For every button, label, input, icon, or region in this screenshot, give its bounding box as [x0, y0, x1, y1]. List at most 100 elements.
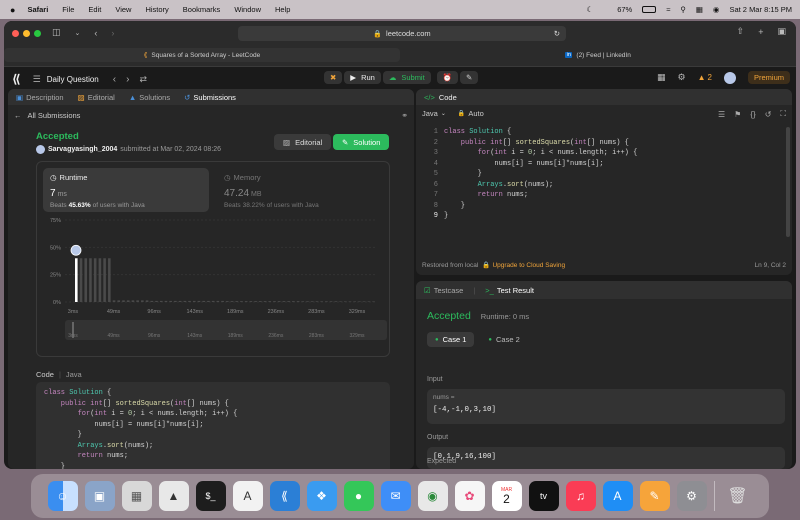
format-icon[interactable]: ☰: [718, 110, 725, 119]
code-editor[interactable]: class Solution { public int[] sortedSqua…: [444, 127, 784, 222]
calendar-day: 2: [503, 492, 510, 506]
editor-scrollbar[interactable]: [786, 127, 790, 237]
mail-icon[interactable]: ✉: [380, 481, 411, 511]
streak-counter[interactable]: ▲ 2: [698, 73, 712, 82]
prev-problem-icon[interactable]: ‹: [113, 74, 116, 85]
menu-bookmarks[interactable]: Bookmarks: [183, 5, 221, 14]
username[interactable]: Sarvagyasingh_2004: [48, 146, 117, 153]
all-submissions-link[interactable]: ← All Submissions: [14, 111, 80, 120]
tab-testcase[interactable]: ☑ Testcase: [424, 286, 463, 295]
lock-icon: 🔒: [457, 111, 466, 117]
layout-icon[interactable]: ▦: [657, 72, 666, 83]
messages-icon[interactable]: ●: [343, 481, 374, 511]
submit-button[interactable]: ☁ Submit: [382, 71, 431, 84]
back-icon[interactable]: ‹: [94, 28, 97, 38]
menu-view[interactable]: View: [115, 5, 131, 14]
runtime-distribution-chart[interactable]: 75% 50% 25% 0% 3ms 49ms 96ms 143ms 189ms 236ms 283…: [37, 214, 391, 358]
solution-button[interactable]: ✎ Solution: [333, 134, 390, 150]
wifi-icon[interactable]: ≈: [666, 5, 670, 14]
notes-icon[interactable]: ✎: [460, 71, 479, 84]
launchpad-icon[interactable]: ▦: [121, 481, 152, 511]
apple-icon[interactable]: ●: [10, 5, 15, 15]
code-line: return nums;: [44, 451, 382, 462]
battery-icon[interactable]: [642, 6, 657, 13]
alarm-icon[interactable]: ⏰: [436, 71, 459, 84]
maps-icon[interactable]: ▲: [158, 481, 189, 511]
language-select[interactable]: Java ⌄: [422, 109, 446, 118]
case-1-tab[interactable]: ● Case 1: [427, 332, 475, 347]
run-button[interactable]: ▶ Run: [344, 71, 381, 84]
auto-toggle[interactable]: 🔒 Auto: [458, 109, 484, 118]
editorial-button-label: Editorial: [295, 137, 323, 147]
music-icon[interactable]: ♫: [565, 481, 596, 511]
bookmark-icon[interactable]: ⚑: [734, 110, 741, 119]
zoom-window-button[interactable]: [34, 30, 41, 37]
fullscreen-icon[interactable]: ⛶: [780, 109, 786, 119]
settings-icon[interactable]: ⚙: [676, 481, 707, 511]
braces-icon[interactable]: {}: [750, 110, 755, 119]
tab-overview-icon[interactable]: ▣: [777, 26, 786, 37]
gear-icon[interactable]: ⚙: [678, 72, 686, 83]
new-tab-icon[interactable]: +: [758, 27, 763, 37]
premium-button[interactable]: Premium: [747, 71, 790, 84]
pages-icon[interactable]: ✎: [639, 481, 670, 511]
link-icon[interactable]: ⚭: [401, 111, 408, 120]
next-problem-icon[interactable]: ›: [126, 74, 129, 85]
runtime-box[interactable]: ◷ Runtime 7 ms Beats 45.63% of users wit…: [43, 168, 209, 212]
moon-icon[interactable]: ☾: [586, 5, 593, 14]
close-window-button[interactable]: [12, 30, 19, 37]
share-icon[interactable]: ⇧: [737, 26, 745, 37]
trash-icon[interactable]: 🗑: [723, 481, 753, 511]
shuffle-icon[interactable]: ⇄: [139, 74, 147, 85]
reset-icon[interactable]: ↺: [765, 110, 772, 119]
clock[interactable]: Sat 2 Mar 8:15 PM: [729, 5, 792, 14]
chevron-down-icon[interactable]: ⌄: [75, 29, 81, 37]
tab-linkedin[interactable]: in (2) Feed | LinkedIn: [400, 48, 796, 62]
reload-icon[interactable]: ↻: [554, 29, 560, 38]
daily-question-link[interactable]: Daily Question: [47, 75, 99, 84]
apple-tv-icon[interactable]: tv: [528, 481, 559, 511]
forward-icon[interactable]: ›: [111, 28, 114, 38]
finder-icon[interactable]: ☺: [47, 481, 78, 511]
menu-history[interactable]: History: [145, 5, 168, 14]
tab-solutions[interactable]: ▲ Solutions: [129, 93, 170, 102]
avatar[interactable]: [723, 71, 736, 84]
tab-test-result[interactable]: >_ Test Result: [485, 286, 534, 295]
menu-window[interactable]: Window: [234, 5, 261, 14]
app-store-icon[interactable]: A: [602, 481, 633, 511]
menu-file[interactable]: File: [62, 5, 74, 14]
siri-icon[interactable]: ◉: [713, 5, 720, 14]
control-center-icon[interactable]: ▦: [696, 5, 703, 14]
user-avatar[interactable]: [36, 145, 45, 154]
terminal-icon[interactable]: $_: [195, 481, 226, 511]
search-icon[interactable]: ⚲: [680, 5, 686, 14]
menu-help[interactable]: Help: [275, 5, 290, 14]
sidebar-toggle-icon[interactable]: ◫: [52, 27, 61, 38]
bar: [188, 300, 191, 302]
preview-icon[interactable]: ▣: [84, 481, 115, 511]
editorial-button[interactable]: ▨ Editorial: [274, 134, 332, 150]
submitted-code-block[interactable]: class Solution { public int[] sortedSqua…: [36, 382, 390, 469]
tab-editorial-label: Editorial: [87, 92, 115, 102]
tab-submissions[interactable]: ↺ Submissions: [184, 93, 236, 102]
code-section-lang: Java: [65, 370, 82, 379]
chrome-icon[interactable]: ◉: [417, 481, 448, 511]
menu-edit[interactable]: Edit: [88, 5, 101, 14]
tab-description[interactable]: ▣ Description: [16, 93, 64, 102]
menu-safari[interactable]: Safari: [27, 5, 48, 14]
photos-icon[interactable]: ✿: [454, 481, 485, 511]
upgrade-link[interactable]: Upgrade to Cloud Saving: [492, 262, 565, 269]
app-store-alt-icon[interactable]: A: [232, 481, 263, 511]
calendar-icon[interactable]: MAR 2: [491, 481, 522, 511]
vscode-icon[interactable]: ⟪: [269, 481, 300, 511]
problem-list-icon[interactable]: ☰: [33, 74, 41, 85]
leetcode-logo-icon[interactable]: ⟪: [12, 72, 21, 86]
address-bar[interactable]: 🔒 leetcode.com ↻: [238, 26, 566, 41]
case-2-tab[interactable]: ● Case 2: [480, 332, 527, 347]
tab-editorial[interactable]: ▨ Editorial: [78, 93, 115, 102]
safari-icon[interactable]: ❖: [306, 481, 337, 511]
debug-icon[interactable]: ✖: [324, 71, 343, 84]
tab-leetcode[interactable]: ⟪ Squares of a Sorted Array - LeetCode: [4, 48, 400, 62]
memory-box[interactable]: ◷ Memory 47.24 MB Beats 38.22% of users …: [217, 168, 383, 212]
minimize-window-button[interactable]: [23, 30, 30, 37]
